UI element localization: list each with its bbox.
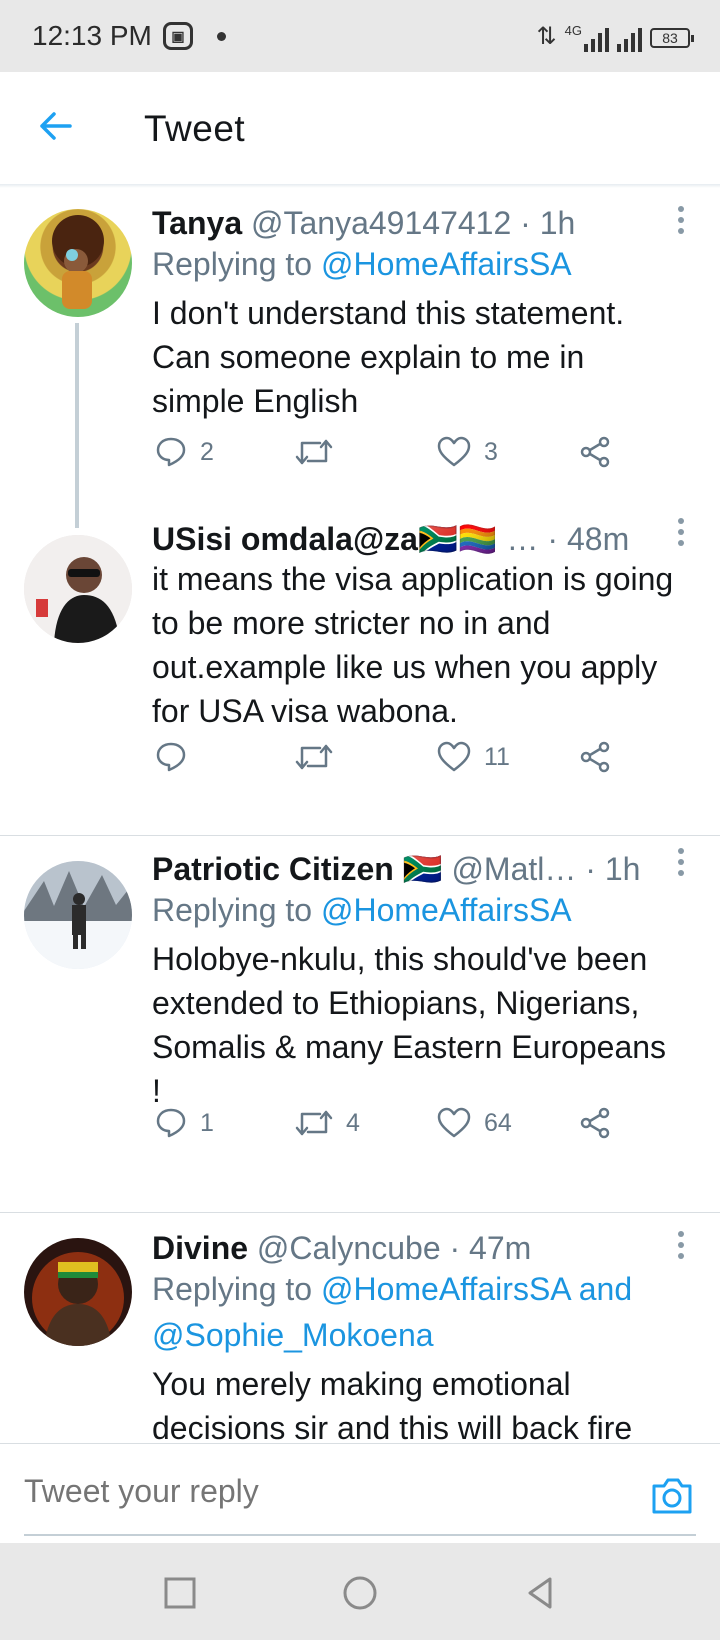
share-button[interactable] — [578, 432, 612, 472]
reply-icon — [156, 1108, 186, 1138]
retweet-button[interactable]: 4 — [294, 1103, 360, 1143]
tweet-item[interactable]: Patriotic Citizen 🇿🇦 @Matl… · 1h Replyin… — [0, 845, 720, 1205]
tweet-time: · 47m — [449, 1230, 532, 1266]
tweet-time: · 1h — [520, 205, 576, 241]
signal-strength-2-icon — [617, 26, 642, 52]
tweet-text: Holobye-nkulu, this should've been exten… — [152, 941, 667, 1109]
author-handle[interactable]: @Calyncube — [257, 1230, 441, 1266]
tweet-item[interactable]: USisi omdala@za🇿🇦🏳️‍🌈 … · 48m it means t… — [0, 515, 720, 835]
status-indicators: ⇅ 4G 83 — [536, 18, 694, 52]
share-icon — [580, 741, 610, 773]
author-name[interactable]: Divine — [152, 1230, 248, 1266]
avatar[interactable] — [24, 861, 132, 969]
replying-mention[interactable]: @HomeAffairsSA — [321, 892, 572, 928]
camera-icon[interactable] — [650, 1476, 694, 1516]
data-transfer-icon: ⇅ — [536, 23, 557, 50]
tweet-actions: 11 — [152, 737, 632, 777]
network-type: 4G — [564, 23, 582, 38]
like-count: 64 — [484, 1108, 512, 1137]
share-icon — [580, 436, 610, 468]
author-name[interactable]: Patriotic Citizen 🇿🇦 — [152, 851, 443, 887]
tweet-item[interactable]: Tanya @Tanya49147412 · 1h Replying to @H… — [0, 195, 720, 528]
share-button[interactable] — [578, 1103, 612, 1143]
reply-icon — [156, 742, 186, 772]
avatar[interactable] — [24, 209, 132, 317]
reply-count: 2 — [200, 437, 214, 466]
tweet-text: it means the visa application is going t… — [152, 561, 674, 729]
reply-composer — [0, 1443, 720, 1544]
thread-connector — [75, 323, 79, 528]
reply-button[interactable] — [154, 737, 200, 777]
retweet-count: 4 — [346, 1108, 360, 1137]
square-icon[interactable] — [160, 1573, 200, 1613]
retweet-button[interactable] — [294, 737, 346, 777]
system-nav-bar — [0, 1543, 720, 1640]
triangle-back-icon[interactable] — [520, 1573, 560, 1613]
more-vertical-icon[interactable] — [676, 847, 686, 877]
more-vertical-icon[interactable] — [676, 517, 686, 547]
author-name[interactable]: Tanya — [152, 205, 242, 241]
like-button[interactable]: 3 — [436, 432, 498, 472]
tweet-text: I don't understand this statement. Can s… — [152, 295, 625, 419]
replying-prefix: Replying to — [152, 892, 313, 928]
app-header: Tweet — [0, 72, 720, 185]
heart-icon — [437, 436, 471, 467]
circle-icon[interactable] — [340, 1573, 380, 1613]
share-icon — [580, 1107, 610, 1139]
like-count: 3 — [484, 437, 498, 466]
more-vertical-icon[interactable] — [676, 205, 686, 235]
tweet-header: Tanya @Tanya49147412 · 1h — [152, 201, 656, 245]
replying-to: Replying to @HomeAffairsSA — [152, 241, 690, 287]
avatar[interactable] — [24, 1238, 132, 1346]
retweet-icon — [295, 1110, 333, 1136]
author-handle[interactable]: @Tanya49147412 — [251, 205, 511, 241]
retweet-icon — [295, 439, 333, 465]
arrow-left-icon[interactable] — [36, 106, 76, 146]
tweet-actions: 2 3 — [152, 432, 632, 472]
avatar[interactable] — [24, 535, 132, 643]
reply-underline — [24, 1534, 696, 1536]
replying-prefix: Replying to — [152, 1271, 313, 1307]
retweet-button[interactable] — [294, 432, 346, 472]
tweet-time: · 48m — [547, 521, 630, 557]
tweet-divider — [0, 1212, 720, 1213]
header-divider — [0, 184, 720, 188]
like-count: 11 — [484, 742, 510, 771]
replying-to: Replying to @HomeAffairsSA — [152, 887, 690, 933]
replying-to: Replying to @HomeAffairsSA and @Sophie_M… — [152, 1266, 690, 1358]
author-handle[interactable]: … — [507, 521, 539, 557]
replying-prefix: Replying to — [152, 246, 313, 282]
reply-count: 1 — [200, 1108, 214, 1137]
status-time: 12:13 PM — [32, 20, 152, 51]
author-name[interactable]: USisi omdala@za🇿🇦🏳️‍🌈 — [152, 521, 498, 557]
app-notification-icon: ▣ — [163, 22, 193, 50]
tweet-header: USisi omdala@za🇿🇦🏳️‍🌈 … · 48m — [152, 517, 656, 561]
status-bar: 12:13 PM ▣ ⇅ 4G 83 — [0, 0, 720, 72]
replying-mention[interactable]: @HomeAffairsSA — [321, 246, 572, 282]
retweet-icon — [295, 744, 333, 770]
like-button[interactable]: 64 — [436, 1103, 512, 1143]
tweet-actions: 1 4 64 — [152, 1103, 632, 1143]
battery-icon: 83 — [650, 28, 694, 48]
notification-dot-icon — [217, 32, 226, 41]
share-button[interactable] — [578, 737, 612, 777]
more-vertical-icon[interactable] — [676, 1230, 686, 1260]
tweet-item[interactable]: Divine @Calyncube · 47m Replying to @Hom… — [0, 1220, 720, 1443]
page-title: Tweet — [144, 108, 246, 149]
reply-input[interactable] — [24, 1466, 624, 1516]
tweet-divider — [0, 835, 720, 836]
tweet-text: You merely making emotional decisions si… — [152, 1366, 633, 1443]
tweet-time: · 1h — [585, 851, 641, 887]
tweet-header: Divine @Calyncube · 47m — [152, 1226, 656, 1270]
tweet-header: Patriotic Citizen 🇿🇦 @Matl… · 1h — [152, 847, 656, 891]
reply-button[interactable]: 2 — [154, 432, 214, 472]
reply-button[interactable]: 1 — [154, 1103, 214, 1143]
heart-icon — [437, 741, 471, 772]
signal-strength-icon — [584, 26, 609, 52]
author-handle[interactable]: @Matl… — [451, 851, 576, 887]
heart-icon — [437, 1107, 471, 1138]
reply-icon — [156, 437, 186, 467]
like-button[interactable]: 11 — [436, 737, 510, 777]
